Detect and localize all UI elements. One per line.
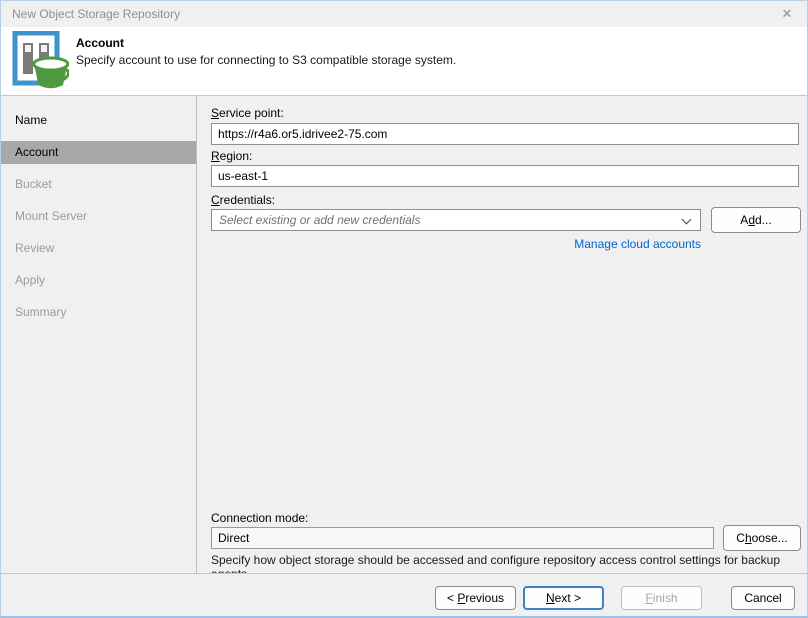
next-button[interactable]: Next > bbox=[523, 586, 604, 610]
title-bar: New Object Storage Repository ✕ bbox=[1, 1, 807, 27]
add-credentials-button[interactable]: Add... bbox=[711, 207, 801, 233]
sidebar-item-review[interactable]: Review bbox=[1, 237, 196, 260]
bucket-glyph bbox=[34, 58, 69, 88]
step-label: Review bbox=[15, 241, 54, 255]
credentials-label: Credentials: bbox=[211, 193, 275, 207]
service-point-input[interactable] bbox=[211, 123, 799, 145]
choose-connection-mode-button[interactable]: Choose... bbox=[723, 525, 801, 551]
step-label: Summary bbox=[15, 305, 66, 319]
credentials-dropdown[interactable]: Select existing or add new credentials bbox=[211, 209, 701, 231]
wizard-footer: < Previous Next > Finish Cancel bbox=[1, 573, 807, 617]
step-label: Account bbox=[15, 145, 58, 159]
window-title: New Object Storage Repository bbox=[12, 7, 180, 21]
credentials-placeholder: Select existing or add new credentials bbox=[219, 213, 420, 227]
sidebar-item-bucket[interactable]: Bucket bbox=[1, 173, 196, 196]
sidebar-item-account[interactable]: Account bbox=[1, 141, 196, 164]
close-icon[interactable]: ✕ bbox=[777, 1, 797, 27]
object-storage-icon bbox=[11, 31, 69, 91]
step-subtitle: Specify account to use for connecting to… bbox=[76, 53, 456, 67]
wizard-window: New Object Storage Repository ✕ Account … bbox=[0, 0, 808, 618]
step-label: Name bbox=[15, 113, 47, 127]
previous-button[interactable]: < Previous bbox=[435, 586, 516, 610]
sidebar-item-mount-server[interactable]: Mount Server bbox=[1, 205, 196, 228]
service-point-label: Service point: bbox=[211, 106, 284, 120]
sidebar-item-name[interactable]: Name bbox=[1, 109, 196, 132]
finish-button: Finish bbox=[621, 586, 702, 610]
step-title: Account bbox=[76, 36, 124, 50]
region-label: Region: bbox=[211, 149, 252, 163]
connection-mode-label: Connection mode: bbox=[211, 511, 308, 525]
step-label: Apply bbox=[15, 273, 45, 287]
region-input[interactable] bbox=[211, 165, 799, 187]
step-label: Mount Server bbox=[15, 209, 87, 223]
cancel-button[interactable]: Cancel bbox=[731, 586, 795, 610]
main-panel: Service point: Region: Credentials: Sele… bbox=[198, 96, 808, 573]
sidebar-item-summary[interactable]: Summary bbox=[1, 301, 196, 324]
wizard-header: Account Specify account to use for conne… bbox=[1, 27, 807, 96]
connection-mode-value: Direct bbox=[211, 527, 714, 549]
chevron-down-icon bbox=[682, 215, 692, 225]
sidebar-item-apply[interactable]: Apply bbox=[1, 269, 196, 292]
wizard-steps-sidebar: Name Account Bucket Mount Server Review … bbox=[1, 96, 197, 573]
manage-cloud-accounts-link[interactable]: Manage cloud accounts bbox=[211, 237, 701, 251]
step-label: Bucket bbox=[15, 177, 52, 191]
